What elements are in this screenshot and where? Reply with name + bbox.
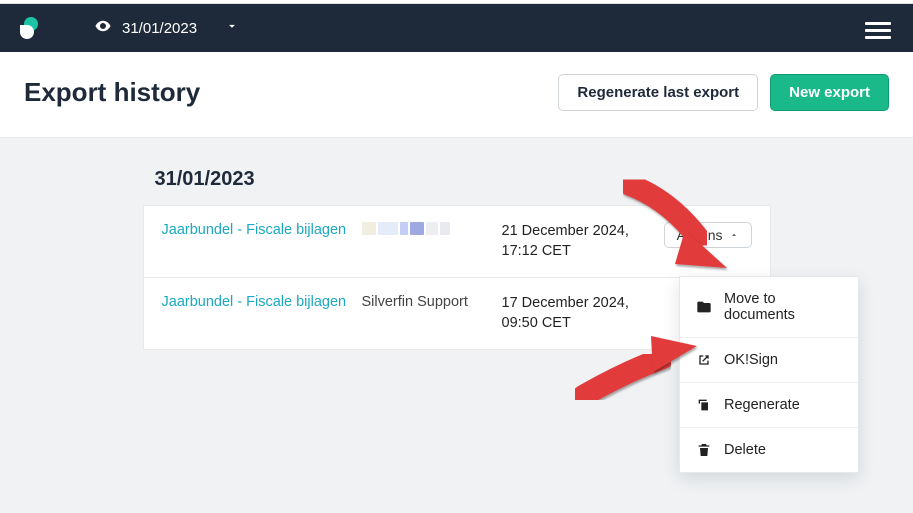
annotation-arrow [565, 324, 705, 414]
visibility-icon [94, 17, 112, 40]
export-user [362, 222, 502, 239]
export-user: Silverfin Support [362, 294, 502, 310]
page-title: Export history [24, 77, 546, 108]
folder-icon [696, 299, 712, 315]
menu-hamburger-button[interactable] [865, 18, 891, 43]
menu-item-move-to-documents[interactable]: Move to documents [680, 277, 858, 338]
menu-item-delete[interactable]: Delete [680, 428, 858, 472]
menu-label: Regenerate [724, 397, 800, 413]
chevron-down-icon[interactable] [225, 19, 239, 38]
export-link[interactable]: Jaarbundel - Fiscale bijlagen [162, 222, 362, 238]
menu-item-oksign[interactable]: OK!Sign [680, 338, 858, 383]
page-header: Export history Regenerate last export Ne… [0, 52, 913, 138]
menu-label: OK!Sign [724, 352, 778, 368]
menu-label: Move to documents [724, 291, 842, 323]
app-logo[interactable] [18, 17, 40, 39]
regenerate-last-export-button[interactable]: Regenerate last export [558, 74, 758, 111]
top-nav: 31/01/2023 [0, 4, 913, 52]
menu-item-regenerate[interactable]: Regenerate [680, 383, 858, 428]
trash-icon [696, 442, 712, 458]
actions-dropdown-menu: Move to documents OK!Sign Regenerate Del… [679, 276, 859, 473]
annotation-arrow [615, 170, 735, 280]
new-export-button[interactable]: New export [770, 74, 889, 111]
export-link[interactable]: Jaarbundel - Fiscale bijlagen [162, 294, 362, 310]
menu-label: Delete [724, 442, 766, 458]
nav-period-date[interactable]: 31/01/2023 [122, 20, 197, 37]
redacted-user-placeholder [362, 222, 450, 235]
